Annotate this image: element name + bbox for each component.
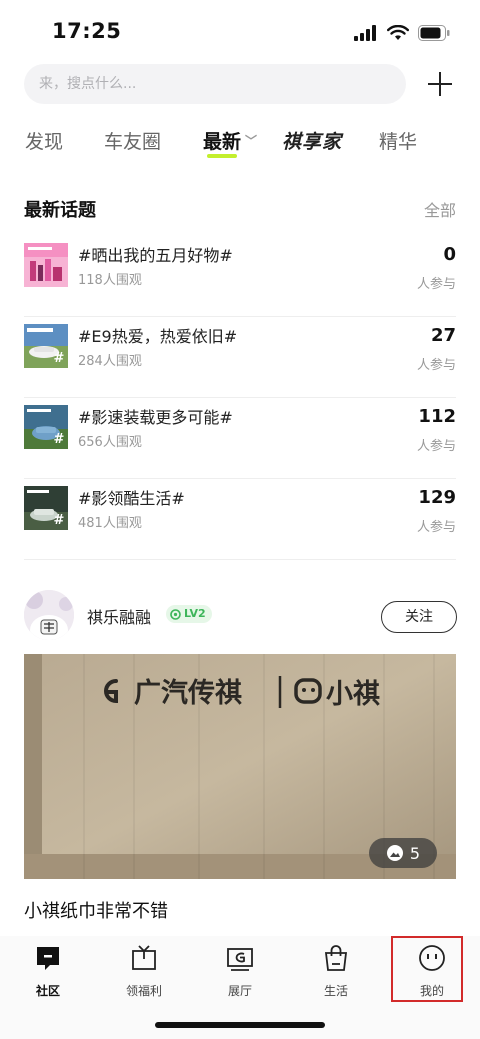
wifi-icon [387,25,409,40]
nav-showroom[interactable]: 展厅 [192,936,288,1004]
hashtag-icon: # [53,432,65,447]
topic-participant-count: 129 [418,487,456,508]
participants-caption: 人参与 [416,277,456,292]
topic-name: #影领酷生活# [78,489,185,508]
participants-caption: 人参与 [416,520,456,535]
tab-featured[interactable]: 精华 [379,127,417,154]
tab-latest-label: 最新 [203,131,242,153]
topic-thumbnail: # [24,405,68,449]
topic-views: 284人围观 [78,354,142,369]
post-title[interactable]: 小祺纸巾非常不错 [24,897,168,923]
active-tab-indicator [207,154,237,158]
topic-participant-count: 0 [443,244,456,265]
topic-row[interactable]: # #影领酷生活# 481人围观 129 人参与 [24,479,456,560]
tab-qixiangjia[interactable]: 祺享家 [282,127,342,154]
highlight-box [391,936,463,1002]
search-bar[interactable] [24,64,406,104]
image-count-badge: 5 [369,838,437,868]
nav-benefits[interactable]: 领福利 [96,936,192,1004]
topic-row[interactable]: #晒出我的五月好物# 118人围观 0 人参与 [24,236,456,317]
follow-button[interactable]: 关注 [381,601,457,633]
username[interactable]: 祺乐融融 [87,604,151,628]
add-post-icon[interactable] [426,70,454,98]
home-indicator[interactable] [155,1022,325,1028]
participants-caption: 人参与 [416,439,456,454]
shopping-bag-icon [324,945,348,971]
topic-name: #影速装载更多可能# [78,408,233,427]
nav-label: 领福利 [125,984,162,998]
signal-icon [354,25,376,41]
search-input[interactable] [24,64,379,104]
topic-participant-count: 112 [418,406,456,427]
nav-life[interactable]: 生活 [288,936,384,1004]
tab-latest[interactable]: 最新 ﹀ [203,127,257,154]
topic-participant-count: 27 [430,325,456,346]
topic-views: 481人围观 [78,516,142,531]
section-title: 最新话题 [24,200,96,221]
showroom-icon [227,948,253,971]
level-icon [170,608,181,620]
nav-label: 展厅 [227,984,252,998]
image-stack-icon [386,845,403,861]
topic-row[interactable]: # #影速装载更多可能# 656人围观 112 人参与 [24,398,456,479]
topic-name: #E9热爱，热爱依旧# [78,327,238,346]
topic-views: 656人围观 [78,435,142,450]
level-text: LV2 [184,607,206,620]
hashtag-icon: # [53,351,65,366]
hashtag-icon: # [53,513,65,528]
topic-name: #晒出我的五月好物# [78,246,233,265]
image-count: 5 [409,843,421,863]
photo-sub-text: 小祺 [326,679,380,710]
level-badge: LV2 [166,605,212,623]
topic-thumbnail: # [24,486,68,530]
status-icons [354,22,450,44]
nav-label: 社区 [35,984,60,998]
topic-thumbnail: # [24,324,68,368]
view-all-link[interactable]: 全部 [424,197,456,221]
tab-discover[interactable]: 发现 [25,127,63,154]
topic-row[interactable]: # #E9热爱，热爱依旧# 284人围观 27 人参与 [24,317,456,398]
topic-views: 118人围观 [78,273,142,288]
participants-caption: 人参与 [416,358,456,373]
chevron-down-icon: ﹀ [245,134,258,148]
avatar[interactable] [24,590,74,640]
status-time: 17:25 [52,19,122,43]
gift-icon [132,945,156,970]
nav-label: 生活 [323,984,348,998]
nav-community[interactable]: 社区 [0,936,96,1004]
tab-car-friends[interactable]: 车友圈 [104,127,161,154]
community-icon [37,947,59,970]
photo-brand-text: 广汽传祺 [134,678,242,709]
battery-icon [418,25,450,41]
topic-thumbnail [24,243,68,287]
